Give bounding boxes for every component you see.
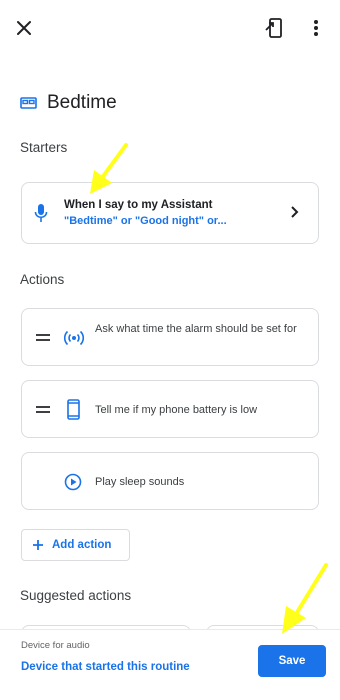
annotation-arrow-icon — [90, 143, 128, 194]
device-for-audio-label: Device for audio — [21, 640, 90, 651]
drag-handle-icon[interactable] — [36, 334, 50, 342]
action-text: Ask what time the alarm should be set fo… — [95, 323, 297, 335]
top-app-bar — [0, 0, 340, 56]
open-in-phone-button[interactable] — [258, 12, 290, 44]
action-item[interactable]: Tell me if my phone battery is low — [21, 380, 319, 438]
routine-title: Bedtime — [47, 92, 117, 113]
chevron-right-icon — [291, 206, 299, 218]
close-button[interactable] — [8, 12, 40, 44]
actions-heading: Actions — [20, 272, 65, 287]
bottom-bar: Device for audio Device that started thi… — [0, 629, 340, 700]
play-circle-icon — [64, 473, 82, 491]
starters-heading: Starters — [20, 140, 68, 155]
drag-handle-icon[interactable] — [36, 406, 50, 414]
more-options-button[interactable] — [300, 12, 332, 44]
device-for-audio-value[interactable]: Device that started this routine — [21, 661, 190, 673]
bed-icon — [20, 97, 37, 109]
broadcast-icon — [64, 330, 84, 346]
add-action-label: Add action — [52, 539, 112, 551]
add-action-button[interactable]: Add action — [21, 529, 130, 561]
save-button[interactable]: Save — [258, 645, 326, 677]
action-item[interactable]: Play sleep sounds — [21, 452, 319, 510]
close-icon — [17, 21, 31, 35]
starter-subtitle: "Bedtime" or "Good night" or... — [64, 215, 227, 227]
mic-icon — [34, 204, 48, 222]
suggested-actions-heading: Suggested actions — [20, 588, 132, 603]
action-text: Play sleep sounds — [95, 476, 185, 488]
routine-title-row: Bedtime — [20, 92, 117, 114]
more-vert-icon — [314, 20, 318, 36]
starter-card[interactable]: When I say to my Assistant "Bedtime" or … — [21, 182, 319, 244]
action-text: Tell me if my phone battery is low — [95, 404, 258, 416]
starter-title: When I say to my Assistant — [64, 199, 213, 211]
plus-icon — [33, 540, 43, 550]
annotation-arrow-icon — [282, 563, 328, 634]
action-item[interactable]: Ask what time the alarm should be set fo… — [21, 308, 319, 366]
open-in-phone-icon — [265, 18, 282, 38]
phone-icon — [67, 399, 80, 420]
